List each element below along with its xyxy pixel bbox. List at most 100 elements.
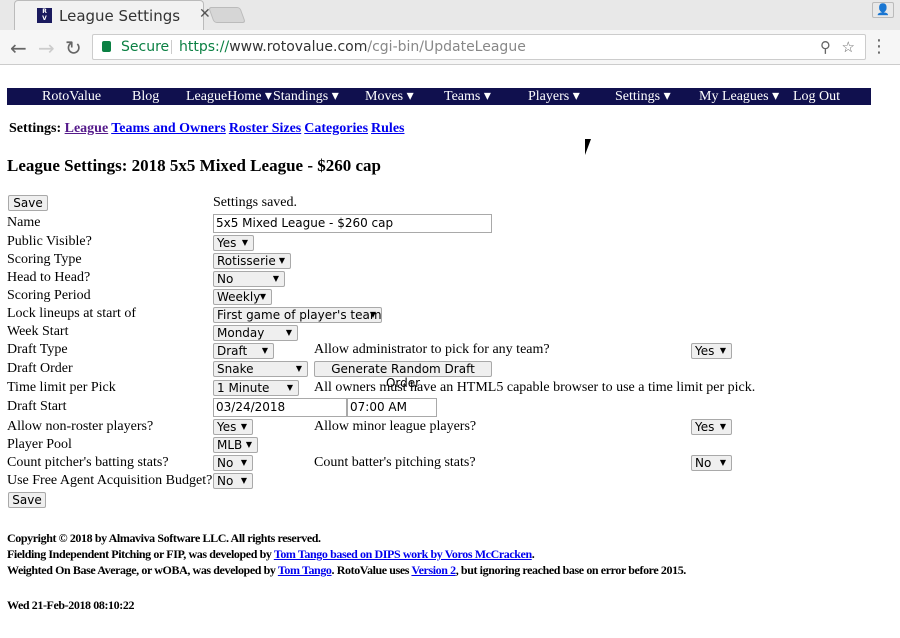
address-bar[interactable]: Secure https://www.rotovalue.com/cgi-bin… [92,34,866,60]
draft-type-label: Draft Type [7,342,68,357]
browser-tab[interactable]: RV League Settings: 2018 5x5 Mixed Leagu… [14,0,211,30]
nav-moves[interactable]: Moves ▾ [365,88,414,105]
minor-label: Allow minor league players? [314,419,477,434]
nav-my-leagues[interactable]: My Leagues ▾ [699,88,779,105]
zoom-icon[interactable]: ⚲ [820,35,831,59]
time-limit-select[interactable]: 1 Minute ▼ [213,380,299,396]
dropdown-arrow-icon: ▼ [241,238,248,247]
nav-standings[interactable]: Standings ▾ [273,88,339,105]
dropdown-arrow-icon: ▼ [295,364,302,373]
fip-credit: Fielding Independent Pitching or FIP, wa… [7,547,535,561]
non-roster-label: Allow non-roster players? [7,419,154,434]
browser-tab-strip: RV League Settings: 2018 5x5 Mixed Leagu… [0,0,900,30]
admin-pick-label: Allow administrator to pick for any team… [314,342,550,357]
draft-start-label: Draft Start [7,399,67,414]
back-icon[interactable]: ← [10,36,27,60]
lock-select[interactable]: First game of player's team ▼ [213,307,382,323]
nav-settings[interactable]: Settings ▾ [615,88,671,105]
favicon-icon: RV [37,8,52,23]
generate-random-order-button[interactable]: Generate Random Draft Order [314,361,492,390]
reload-icon[interactable]: ↻ [65,36,82,60]
dropdown-arrow-icon: ▼ [240,458,247,467]
time-limit-note: All owners must have an HTML5 capable br… [314,380,756,395]
subnav-categories[interactable]: Categories [304,121,368,136]
fip-link[interactable]: Tom Tango based on DIPS work by Voros Mc… [274,547,532,561]
draft-start-date-input[interactable]: 03/24/2018 [213,398,347,417]
batter-pitching-select[interactable]: No ▼ [691,455,732,471]
woba-credit: Weighted On Base Average, or wOBA, was d… [7,563,686,577]
subnav-teams-owners[interactable]: Teams and Owners [111,121,226,136]
divider [171,40,172,54]
nav-log-out[interactable]: Log Out [793,88,840,105]
dropdown-arrow-icon: ▼ [278,256,285,265]
name-input[interactable]: 5x5 Mixed League - $260 cap [213,214,492,233]
subnav-label: Settings: [9,121,62,136]
non-roster-select[interactable]: Yes ▼ [213,419,253,435]
bookmark-star-icon[interactable]: ☆ [842,35,855,59]
dropdown-arrow-icon: ▼ [259,292,266,301]
dropdown-arrow-icon: ▼ [245,440,252,449]
dropdown-arrow-icon: ▼ [286,383,293,392]
woba-tango-link[interactable]: Tom Tango [278,563,332,577]
status-message: Settings saved. [213,195,297,210]
mouse-cursor-icon [585,139,591,155]
public-label: Public Visible? [7,234,92,249]
h2h-select[interactable]: No ▼ [213,271,285,287]
page-title: League Settings: 2018 5x5 Mixed League -… [7,156,381,175]
dropdown-arrow-icon: ▼ [240,422,247,431]
dropdown-arrow-icon: ▼ [719,422,726,431]
profile-icon[interactable]: 👤 [872,2,894,18]
new-tab-button[interactable] [208,7,246,23]
dropdown-arrow-icon: ▼ [719,346,726,355]
h2h-label: Head to Head? [7,270,91,285]
dropdown-arrow-icon: ▼ [369,310,376,319]
week-start-label: Week Start [7,324,69,339]
tab-title: League Settings: 2018 5x5 Mixed League -… [59,7,181,25]
footer: Copyright © 2018 by Almaviva Software LL… [7,530,686,578]
dropdown-arrow-icon: ▼ [719,458,726,467]
nav-blog[interactable]: Blog [132,88,159,105]
period-select[interactable]: Weekly ▼ [213,289,272,305]
period-label: Scoring Period [7,288,91,303]
week-start-select[interactable]: Monday ▼ [213,325,298,341]
pitcher-batting-label: Count pitcher's batting stats? [7,455,169,470]
forward-icon[interactable]: → [38,36,55,60]
subnav-roster-sizes[interactable]: Roster Sizes [229,121,301,136]
nav-leaguehome[interactable]: LeagueHome ▾ [186,88,272,105]
draft-start-time-input[interactable]: 07:00 AM [347,398,437,417]
nav-teams[interactable]: Teams ▾ [444,88,491,105]
main-navbar: RotoValue Blog LeagueHome ▾ Standings ▾ … [7,88,871,105]
menu-icon[interactable]: ⋮ [870,36,888,57]
nav-players[interactable]: Players ▾ [528,88,580,105]
dropdown-arrow-icon: ▼ [272,274,279,283]
dropdown-arrow-icon: ▼ [285,328,292,337]
scoring-type-select[interactable]: Rotisserie ▼ [213,253,291,269]
dropdown-arrow-icon: ▼ [240,476,247,485]
admin-pick-select[interactable]: Yes ▼ [691,343,732,359]
name-label: Name [7,215,41,230]
nav-rotovalue[interactable]: RotoValue [42,88,101,105]
woba-version-link[interactable]: Version 2 [411,563,456,577]
save-button-top[interactable]: Save [8,195,48,211]
public-select[interactable]: Yes ▼ [213,235,254,251]
timestamp: Wed 21-Feb-2018 08:10:22 [7,598,135,612]
copyright: Copyright © 2018 by Almaviva Software LL… [7,531,321,545]
pitcher-batting-select[interactable]: No ▼ [213,455,253,471]
secure-label: Secure [121,39,170,55]
scoring-type-label: Scoring Type [7,252,82,267]
minor-select[interactable]: Yes ▼ [691,419,732,435]
batter-pitching-label: Count batter's pitching stats? [314,455,476,470]
pool-label: Player Pool [7,437,72,452]
url[interactable]: https://www.rotovalue.com/cgi-bin/Update… [179,35,526,59]
save-button-bottom[interactable]: Save [8,492,46,508]
subnav-rules[interactable]: Rules [371,121,404,136]
faab-select[interactable]: No ▼ [213,473,253,489]
draft-type-select[interactable]: Draft ▼ [213,343,274,359]
faab-label: Use Free Agent Acquisition Budget? [7,473,213,488]
draft-order-select[interactable]: Snake ▼ [213,361,308,377]
pool-select[interactable]: MLB ▼ [213,437,258,453]
time-limit-label: Time limit per Pick [7,380,116,395]
dropdown-arrow-icon: ▼ [261,346,268,355]
subnav-league[interactable]: League [65,121,109,136]
lock-icon [102,41,111,52]
